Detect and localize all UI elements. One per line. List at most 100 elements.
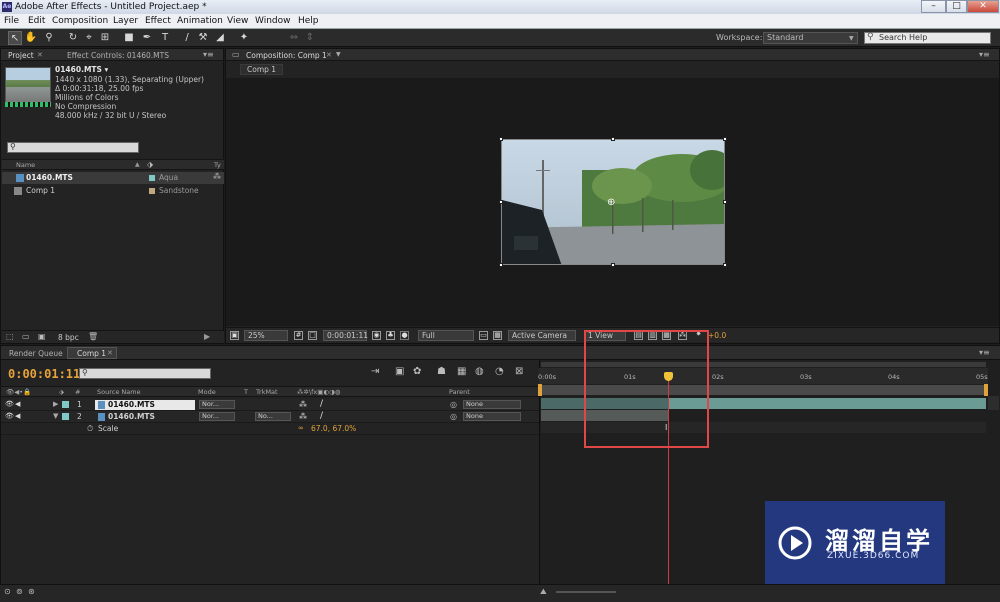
live-update-icon[interactable]: ▣: [395, 366, 404, 377]
column-trkmat[interactable]: TrkMat: [256, 388, 278, 396]
trash-icon[interactable]: 🗑: [88, 332, 98, 341]
expand-pane-icon[interactable]: ⊙: [4, 587, 11, 596]
expand-arrow-icon[interactable]: ▶: [53, 400, 58, 408]
show-snapshot-icon[interactable]: ♣: [386, 331, 395, 340]
sort-icon[interactable]: ▲: [135, 161, 140, 168]
tab-effect-controls[interactable]: Effect Controls: 01460.MTS: [63, 50, 173, 61]
comp-navigator-tab[interactable]: Comp 1: [240, 64, 284, 75]
label-tag-icon[interactable]: ⬗: [147, 160, 153, 169]
camera-dropdown[interactable]: Active Camera: [508, 330, 576, 341]
track-matte-dropdown[interactable]: No...: [255, 412, 291, 421]
exposure-value[interactable]: +0.0: [708, 331, 726, 340]
new-folder-icon[interactable]: ▭: [22, 332, 30, 341]
column-source-name[interactable]: Source Name: [97, 388, 141, 396]
search-help-input[interactable]: Search Help: [864, 32, 991, 44]
pick-whip-icon[interactable]: ◎: [450, 400, 457, 409]
zoom-out-icon[interactable]: ⛰: [540, 587, 547, 597]
blend-mode-dropdown[interactable]: Nor...: [199, 412, 235, 421]
menu-help[interactable]: Help: [298, 15, 319, 28]
anchor-point-icon[interactable]: ⊕: [607, 197, 615, 208]
mask-visibility-icon[interactable]: □: [308, 331, 317, 340]
pen-tool-icon[interactable]: ✒: [140, 31, 154, 45]
transform-handle[interactable]: [499, 263, 503, 267]
scroll-right-icon[interactable]: ▶: [204, 332, 210, 341]
transform-handle[interactable]: [611, 137, 615, 141]
timeline-current-time[interactable]: 0:00:01:11: [8, 367, 80, 381]
brush-tool-icon[interactable]: /: [180, 31, 194, 45]
work-area-start-handle[interactable]: [538, 384, 542, 396]
tab-render-queue[interactable]: Render Queue: [5, 348, 67, 359]
close-icon[interactable]: ✕: [37, 51, 43, 59]
chevron-down-icon[interactable]: ▼: [336, 51, 341, 58]
zoom-tool-icon[interactable]: ⚲: [42, 31, 56, 45]
grid-icon[interactable]: #: [294, 331, 303, 340]
snapshot-icon[interactable]: ◉: [372, 331, 381, 340]
eraser-tool-icon[interactable]: ◢: [213, 31, 227, 45]
audio-icon[interactable]: ◀: [15, 412, 20, 420]
audio-icon[interactable]: ◀: [15, 400, 20, 408]
always-preview-icon[interactable]: ▣: [230, 331, 239, 340]
tab-composition[interactable]: Composition: Comp 1: [242, 50, 331, 61]
pick-whip-icon[interactable]: ◎: [450, 412, 457, 421]
puppet-tool-icon[interactable]: ✦: [237, 31, 251, 45]
transform-handle[interactable]: [723, 137, 727, 141]
transform-handle[interactable]: [499, 200, 503, 204]
transform-handle[interactable]: [723, 263, 727, 267]
project-item-footage[interactable]: 01460.MTS Aqua: [2, 172, 224, 184]
transform-handle[interactable]: [611, 263, 615, 267]
world-axis-icon[interactable]: ⇕: [303, 31, 317, 45]
workspace-dropdown[interactable]: Standard: [763, 32, 858, 44]
menu-layer[interactable]: Layer: [113, 15, 138, 28]
axis-mode-icon[interactable]: ⇔: [287, 31, 301, 45]
hide-shy-layers-icon[interactable]: ☗: [437, 366, 446, 377]
column-name[interactable]: Name: [16, 161, 35, 169]
label-tag-icon[interactable]: ⬗: [59, 388, 64, 396]
transform-handle[interactable]: [723, 200, 727, 204]
transform-handle[interactable]: [499, 137, 503, 141]
collapse-arrow-icon[interactable]: ▼: [53, 412, 58, 420]
menu-window[interactable]: Window: [255, 15, 291, 28]
layer-row[interactable]: 👁 ◀ ▼ 2 01460.MTS Nor... No... ⁂ / ◎ Non…: [1, 411, 539, 423]
brainstorm-icon[interactable]: ◔: [495, 366, 504, 377]
layer-row[interactable]: 👁 ◀ ▶ 1 01460.MTS Nor... ⁂ / ◎ None: [1, 399, 539, 411]
menu-animation[interactable]: Animation: [177, 15, 223, 28]
graph-editor-icon[interactable]: ⊠: [515, 366, 523, 377]
type-tool-icon[interactable]: T: [158, 31, 172, 45]
menu-edit[interactable]: Edit: [28, 15, 45, 28]
parent-dropdown[interactable]: None: [463, 400, 521, 409]
project-search-input[interactable]: [7, 142, 139, 153]
scale-value[interactable]: 67.0, 67.0%: [311, 424, 356, 433]
item-name[interactable]: 01460.MTS ▾: [55, 65, 108, 74]
timeline-scrollbar[interactable]: [988, 396, 999, 410]
clone-stamp-tool-icon[interactable]: ⚒: [196, 31, 210, 45]
camera-tool-icon[interactable]: ⌖: [82, 31, 96, 45]
interpret-footage-icon[interactable]: ⬚: [6, 332, 14, 341]
minimize-button[interactable]: –: [921, 0, 946, 13]
toggle-switches-icon[interactable]: ⊚: [16, 587, 23, 596]
shy-switch-icon[interactable]: ⁂: [299, 400, 307, 409]
quality-switch-icon[interactable]: /: [320, 411, 323, 421]
column-t[interactable]: T: [244, 388, 248, 396]
magnification-dropdown[interactable]: 25%: [244, 330, 288, 341]
video-eye-icon[interactable]: 👁: [5, 400, 14, 408]
shy-switch-icon[interactable]: ⁂: [299, 412, 307, 421]
layer-label-chip[interactable]: [62, 401, 69, 408]
pan-behind-tool-icon[interactable]: ⊞: [98, 31, 112, 45]
close-icon[interactable]: ✕: [326, 51, 332, 59]
region-of-interest-icon[interactable]: ▭: [479, 331, 488, 340]
rectangle-tool-icon[interactable]: ■: [122, 31, 136, 45]
close-icon[interactable]: ✕: [107, 349, 113, 357]
toggle-modes-icon[interactable]: ⊛: [28, 587, 35, 596]
new-comp-icon[interactable]: ▣: [38, 332, 46, 341]
layer-label-chip[interactable]: [62, 413, 69, 420]
hand-tool-icon[interactable]: ✋: [24, 31, 38, 45]
label-color-chip[interactable]: [149, 188, 155, 194]
current-time-display[interactable]: 0:00:01:11: [323, 330, 368, 341]
property-row-scale[interactable]: ⏱ Scale ∞ 67.0, 67.0%: [1, 423, 539, 435]
resolution-dropdown[interactable]: Full: [418, 330, 474, 341]
menu-view[interactable]: View: [227, 15, 248, 28]
channel-icon[interactable]: ●: [400, 331, 409, 340]
label-color-chip[interactable]: [149, 175, 155, 181]
column-mode[interactable]: Mode: [198, 388, 216, 396]
column-type[interactable]: Ty: [214, 161, 221, 169]
